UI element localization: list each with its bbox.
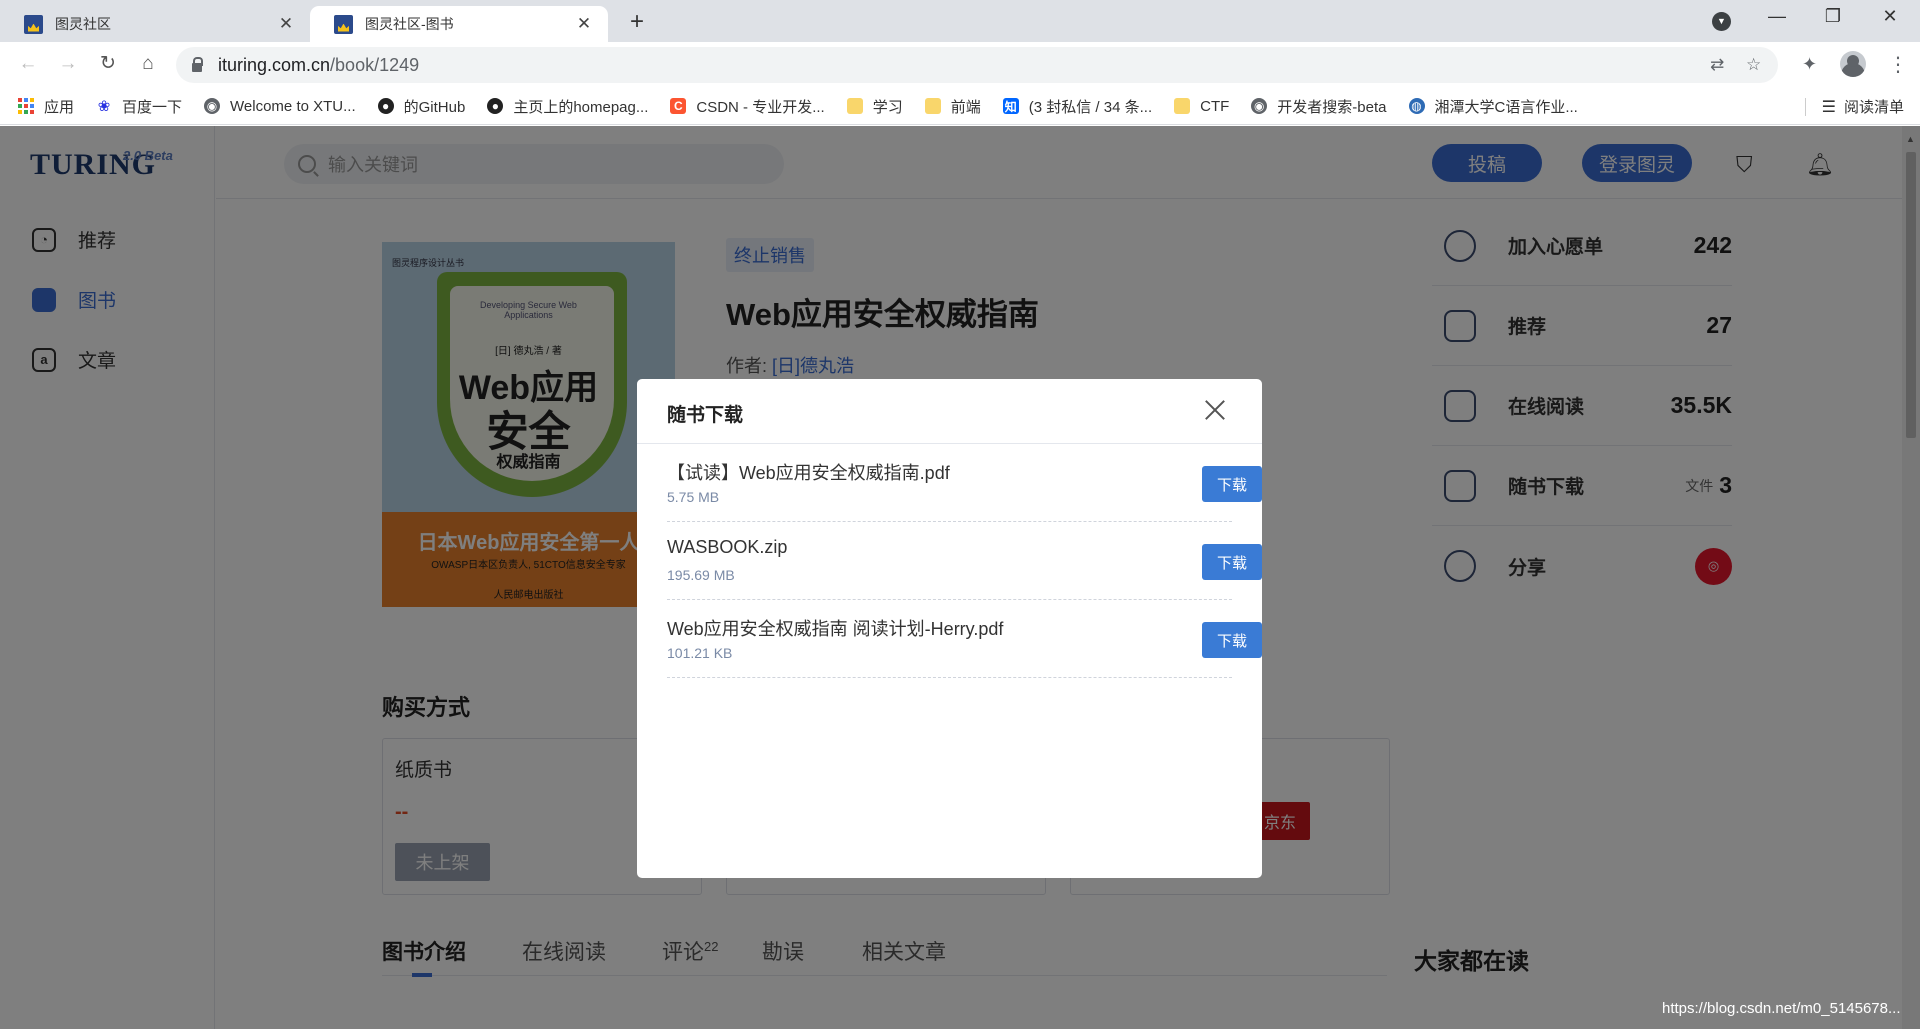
address-bar[interactable]: ituring.com.cn /book/1249 ⇄ ☆ (176, 47, 1778, 83)
bookmark-devsearch[interactable]: ◉ 开发者搜索-beta (1251, 96, 1387, 117)
restore-icon[interactable]: ❐ (1818, 6, 1848, 27)
close-tab-icon[interactable]: ✕ (574, 14, 594, 34)
url-path: /book/1249 (330, 54, 420, 75)
reading-list[interactable]: ☰ 阅读清单 (1804, 96, 1904, 117)
menu-kebab-icon[interactable]: ⋮ (1888, 52, 1908, 77)
extensions-icon[interactable]: ✦ (1802, 54, 1817, 75)
bookmark-xtu[interactable]: ◉ Welcome to XTU... (204, 98, 356, 115)
bookmark-apps[interactable]: 应用 (18, 96, 74, 117)
download-button[interactable]: 下载 (1202, 622, 1262, 658)
tab-title: 图灵社区-图书 (365, 16, 454, 32)
bookmark-label: 学习 (872, 98, 903, 116)
globe-icon: ◉ (1251, 98, 1268, 114)
reload-icon[interactable]: ↻ (96, 52, 120, 76)
file-row: WASBOOK.zip 195.69 MB 下载 (667, 522, 1262, 600)
browser-tab-bar: 图灵社区 ✕ 图灵社区-图书 ✕ + ▼ — ❐ ✕ (0, 0, 1920, 42)
bookmark-homepage[interactable]: ● 主页上的homepag... (487, 96, 648, 117)
bookmark-csdn[interactable]: C CSDN - 专业开发... (670, 96, 825, 117)
back-icon[interactable]: ← (16, 52, 40, 76)
bookmark-zhihu[interactable]: 知 (3 封私信 / 34 条... (1002, 96, 1153, 117)
file-size: 101.21 KB (667, 645, 733, 661)
download-button[interactable]: 下载 (1202, 466, 1262, 502)
bookmark-label: 湘潭大学C语言作业... (1434, 98, 1578, 116)
bookmark-label: 主页上的homepag... (513, 98, 649, 116)
bookmark-label: CTF (1200, 97, 1230, 115)
turing-favicon-icon (334, 14, 353, 34)
file-size: 5.75 MB (667, 489, 720, 505)
url-host: ituring.com.cn (218, 54, 331, 75)
file-name: WASBOOK.zip (667, 537, 788, 557)
download-dialog: 随书下载 【试读】Web应用安全权威指南.pdf 5.75 MB 下载 WASB… (637, 379, 1262, 878)
close-icon[interactable] (1202, 397, 1228, 423)
reading-list-icon: ☰ (1821, 98, 1836, 116)
folder-icon (846, 98, 863, 114)
bookmarks-bar: 应用 ❀ 百度一下 ◉ Welcome to XTU... ● 的GitHub … (0, 88, 1920, 125)
bookmark-label: 开发者搜索-beta (1277, 98, 1387, 116)
folder-icon (924, 98, 941, 114)
bookmark-label: (3 封私信 / 34 条... (1028, 98, 1153, 116)
bookmark-star-icon[interactable]: ☆ (1746, 55, 1761, 75)
browser-tab[interactable]: 图灵社区 ✕ (0, 6, 310, 42)
translate-icon[interactable]: ⇄ (1710, 55, 1724, 75)
csdn-icon: C (670, 98, 687, 114)
globe-icon: ◉ (204, 98, 221, 114)
minimize-icon[interactable]: — (1762, 6, 1792, 27)
bookmark-label: 前端 (950, 98, 981, 116)
bookmark-xtu-c[interactable]: ◍ 湘潭大学C语言作业... (1408, 96, 1578, 117)
watermark: https://blog.csdn.net/m0_5145678... (1662, 1000, 1901, 1017)
bookmark-folder-frontend[interactable]: 前端 (924, 96, 981, 117)
file-name: 【试读】Web应用安全权威指南.pdf (667, 463, 950, 483)
tab-search-icon[interactable]: ▼ (1712, 12, 1731, 31)
bookmark-label: 应用 (44, 98, 75, 116)
bookmark-label: 的GitHub (403, 98, 466, 116)
bookmark-label: 百度一下 (122, 98, 183, 116)
bookmark-label: CSDN - 专业开发... (696, 98, 825, 116)
file-row: 【试读】Web应用安全权威指南.pdf 5.75 MB 下载 (667, 444, 1262, 522)
file-size: 195.69 MB (667, 567, 735, 583)
bookmark-baidu[interactable]: ❀ 百度一下 (96, 96, 182, 117)
browser-toolbar: ← → ↻ ⌂ ituring.com.cn /book/1249 ⇄ ☆ ✦ … (0, 42, 1920, 88)
download-button[interactable]: 下载 (1202, 544, 1262, 580)
bookmark-folder-study[interactable]: 学习 (846, 96, 903, 117)
profile-avatar[interactable] (1840, 51, 1866, 77)
dialog-title: 随书下载 (667, 405, 744, 426)
apps-grid-icon (18, 98, 34, 114)
home-icon[interactable]: ⌂ (136, 52, 160, 76)
university-icon: ◍ (1408, 98, 1425, 114)
reading-list-label: 阅读清单 (1843, 99, 1904, 116)
bookmark-folder-ctf[interactable]: CTF (1174, 98, 1229, 115)
bookmark-github[interactable]: ● 的GitHub (377, 96, 466, 117)
close-tab-icon[interactable]: ✕ (276, 14, 296, 34)
tab-title: 图灵社区 (55, 16, 111, 32)
new-tab-button[interactable]: + (624, 8, 650, 36)
file-row: Web应用安全权威指南 阅读计划-Herry.pdf 101.21 KB 下载 (667, 600, 1262, 678)
close-window-icon[interactable]: ✕ (1875, 6, 1905, 27)
github-icon: ● (487, 98, 504, 114)
file-name: Web应用安全权威指南 阅读计划-Herry.pdf (667, 619, 1004, 639)
zhihu-icon: 知 (1002, 98, 1019, 114)
divider (1804, 97, 1806, 116)
bookmark-label: Welcome to XTU... (230, 97, 356, 115)
folder-icon (1174, 98, 1191, 114)
browser-tab-active[interactable]: 图灵社区-图书 ✕ (310, 6, 608, 42)
lock-icon[interactable] (192, 56, 203, 72)
baidu-paw-icon: ❀ (97, 98, 111, 115)
turing-favicon-icon (24, 14, 43, 34)
forward-icon[interactable]: → (56, 52, 80, 76)
github-icon: ● (377, 98, 394, 114)
